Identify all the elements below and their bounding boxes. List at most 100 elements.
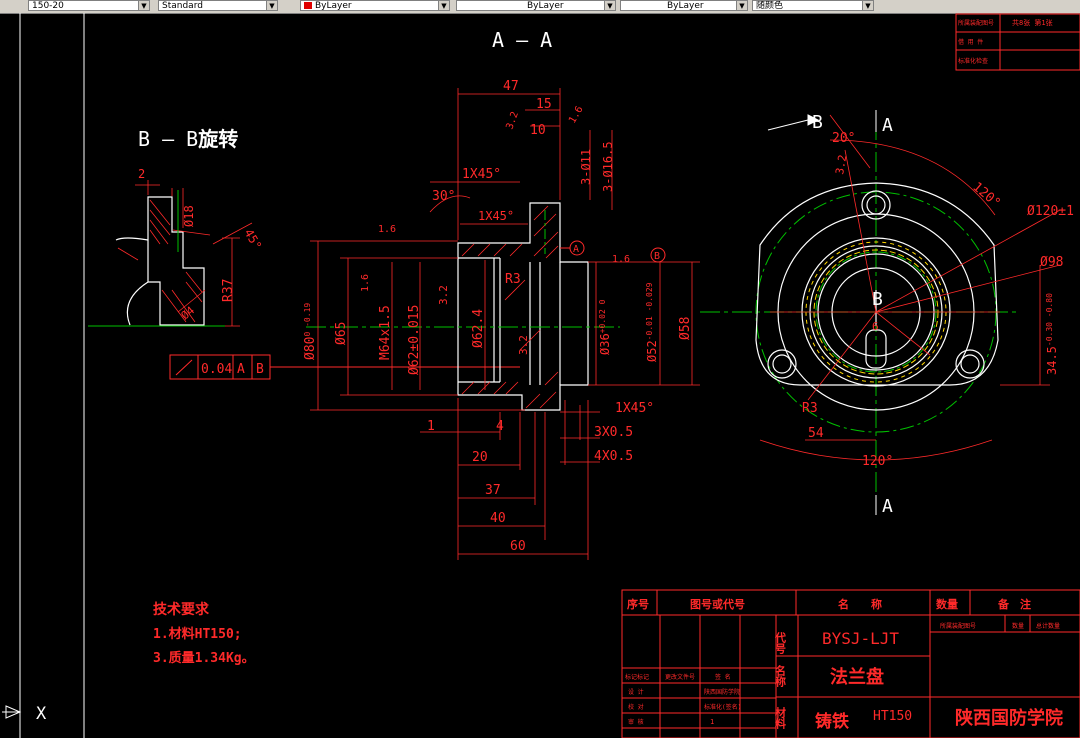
linetype-scale-dropdown[interactable]: 150-20 ▼ (28, 0, 150, 11)
section-bb-suffix: 旋转 (197, 127, 238, 151)
tb-small-e: 校 对 (628, 703, 644, 711)
dim-3-phi16-5: 3-Ø16.5 (601, 141, 615, 192)
dim-phi36-value: Ø36 (598, 333, 612, 355)
tb-name-value: 法兰盘 (830, 666, 884, 688)
corner-row2-label: 借 用 件 (958, 38, 983, 46)
dim-phi4: Ø4 (179, 304, 198, 323)
dim-1x45-c: 1X45° (615, 401, 654, 416)
lineweight-value: ByLayer (667, 1, 704, 11)
dim-45deg: 45° (241, 227, 264, 253)
text-style-dropdown[interactable]: Standard ▼ (158, 0, 278, 11)
dim-m64x1-5: M64x1.5 (378, 305, 393, 360)
tb-lbl-material: 材料 (774, 706, 787, 730)
tb-code-value: BYSJ-LJT (822, 629, 899, 648)
drawing-frame (19, 13, 85, 738)
linetype-value: ByLayer (527, 1, 564, 11)
dim-4: 4 (496, 419, 504, 434)
dim-phi18: Ø18 (182, 205, 196, 227)
section-hatch (461, 205, 559, 409)
dim-20: 20 (472, 450, 488, 465)
dim-rough-32a: 3.2 (504, 110, 521, 131)
dim-10: 10 (530, 123, 546, 138)
corner-table: 所属装配图号 共8张 第1张 借 用 件 标准化检查 (955, 13, 1080, 71)
tolerance-frame: 0.04 A B (169, 354, 520, 380)
dim-phi36-tol: +0.02 0 (598, 299, 607, 333)
lineweight-dropdown[interactable]: ByLayer ▼ (620, 0, 748, 11)
dim-phi62: Ø62±0.015 (407, 305, 422, 375)
dim-r3-a: R3 (505, 272, 521, 287)
dim-2: 2 (138, 167, 145, 181)
dim-rough-16c: 1.6 (360, 274, 371, 292)
datum-a-flag: A (573, 244, 579, 255)
dim-phi52-value: Ø52 (645, 340, 659, 362)
tb-col-name: 名 称 (838, 597, 882, 611)
tb-small-a: 标记标记 (625, 673, 649, 681)
section-b-center-marker: B (872, 289, 883, 310)
linetype-scale-value: 150-20 (32, 1, 64, 11)
tb-mini-1: 所属装配图号 (940, 622, 976, 630)
tb-small-d: 设 计 (628, 688, 644, 696)
tolerance-datum-b: B (256, 362, 264, 377)
tolerance-datum-a: A (237, 362, 245, 377)
datum-b-flag: B (654, 251, 660, 262)
dim-30deg: 30° (432, 189, 455, 204)
dim-phi65: Ø65 (334, 322, 349, 345)
detail-bb: 2 Ø18 45° R37 Ø4 (88, 167, 264, 327)
color-dropdown[interactable]: ByLayer ▼ (300, 0, 450, 11)
ucs-x-label: X (36, 704, 47, 724)
tb-col-qty: 数量 (936, 597, 958, 611)
dim-34-5-value: 34.5 (1045, 346, 1059, 375)
tb-small-g: 陕西国防学院 (704, 688, 740, 696)
section-a-marker-top: A (882, 115, 893, 136)
dim-r37: R37 (221, 279, 236, 302)
notes-line1: 1.材料HT150; (153, 626, 242, 642)
text-style-value: Standard (162, 1, 203, 11)
dim-phi62-4: Ø62.4 (471, 309, 486, 348)
tb-small-i: 1 (710, 718, 714, 726)
section-bb-letters: B — B (138, 127, 198, 151)
plot-style-dropdown[interactable]: 随颜色 ▼ (752, 0, 874, 11)
chevron-down-icon[interactable]: ▼ (438, 1, 449, 10)
chevron-down-icon[interactable]: ▼ (604, 1, 615, 10)
notes-line2: 3.质量1.34Kg。 (153, 650, 255, 666)
aa-dimension-lines (310, 88, 700, 560)
corner-row3-label: 标准化检查 (958, 57, 988, 65)
section-aa-view: A B 47 15 10 1.6 3.2 3-Ø11 3-Ø16.5 1X45°… (303, 79, 700, 560)
chevron-down-icon[interactable]: ▼ (862, 1, 873, 10)
tb-material-value: 铸铁 (815, 711, 849, 732)
linetype-dropdown[interactable]: ByLayer ▼ (456, 0, 616, 11)
dim-6: 6 (872, 320, 879, 333)
section-bb-title: B — B旋转 (138, 127, 238, 151)
tb-small-f: 审 核 (628, 718, 644, 726)
tb-col-seq: 序号 (627, 597, 649, 611)
section-a-marker-bottom: A (882, 496, 893, 517)
chevron-down-icon[interactable]: ▼ (736, 1, 747, 10)
chevron-down-icon[interactable]: ▼ (138, 1, 149, 10)
tb-lbl-name: 名称 (774, 664, 787, 688)
technical-notes: 技术要求 1.材料HT150; 3.质量1.34Kg。 (153, 601, 255, 666)
tb-material-grade: HT150 (873, 709, 912, 724)
dim-rough-32c: 3.2 (517, 335, 530, 355)
tb-col-code: 图号或代号 (690, 597, 745, 611)
tb-mini-3: 总计数量 (1036, 622, 1060, 630)
tb-small-c: 签 名 (715, 673, 731, 681)
dim-15: 15 (536, 97, 552, 112)
dim-phi80-tol: 0 -0.19 (303, 303, 312, 337)
chevron-down-icon[interactable]: ▼ (266, 1, 277, 10)
color-value: ByLayer (315, 1, 352, 11)
dim-4x0-5: 4X0.5 (594, 449, 633, 464)
dim-phi120: Ø120±1 (1027, 204, 1074, 219)
color-swatch-icon (304, 2, 312, 9)
dim-120deg-bottom: 120° (862, 454, 893, 469)
dim-34-5-tol: -0.30 -0.80 (1045, 293, 1054, 346)
tb-small-h: 标准化(签名) (704, 703, 741, 711)
dim-phi58: Ø58 (678, 317, 693, 340)
dim-120deg-top: 120° (969, 180, 1003, 212)
dim-60: 60 (510, 539, 526, 554)
dim-phi52: Ø52-0.01 -0.029 (645, 282, 659, 362)
cad-drawing-canvas[interactable]: 所属装配图号 共8张 第1张 借 用 件 标准化检查 A — A B — B旋转 (0, 13, 1080, 738)
dim-3x0-5: 3X0.5 (594, 425, 633, 440)
dim-40: 40 (490, 511, 506, 526)
dim-phi80: Ø800 -0.19 (303, 303, 318, 360)
dim-phi98: Ø98 (1040, 255, 1063, 270)
